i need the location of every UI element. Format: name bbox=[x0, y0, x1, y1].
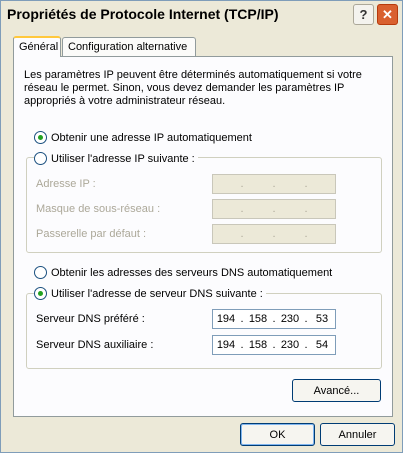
dns-groupbox bbox=[26, 293, 382, 369]
default-gateway-field: . . . bbox=[212, 224, 336, 244]
title-bar[interactable]: Propriétés de Protocole Internet (TCP/IP… bbox=[1, 1, 402, 29]
close-button[interactable]: ✕ bbox=[377, 4, 398, 25]
radio-dns-auto-label: Obtenir les adresses des serveurs DNS au… bbox=[51, 266, 333, 279]
alternate-dns-field[interactable]: 194. 158. 230. 54 bbox=[212, 335, 336, 355]
help-icon: ? bbox=[359, 7, 368, 22]
preferred-dns-label: Serveur DNS préféré : bbox=[36, 313, 145, 325]
subnet-mask-label: Masque de sous-réseau : bbox=[36, 203, 161, 215]
subnet-mask-field: . . . bbox=[212, 199, 336, 219]
window-title: Propriétés de Protocole Internet (TCP/IP… bbox=[7, 6, 279, 22]
radio-dns-manual-label: Utiliser l'adresse de serveur DNS suivan… bbox=[51, 287, 263, 300]
radio-ip-manual-label: Utiliser l'adresse IP suivante : bbox=[51, 152, 195, 165]
cancel-button[interactable]: Annuler bbox=[320, 423, 395, 446]
ip-address-label: Adresse IP : bbox=[36, 178, 96, 190]
intro-text: Les paramètres IP peuvent être déterminé… bbox=[24, 69, 362, 107]
radio-dns-auto[interactable]: Obtenir les adresses des serveurs DNS au… bbox=[34, 266, 336, 279]
tab-alternate-configuration[interactable]: Configuration alternative bbox=[62, 37, 196, 56]
radio-ip-auto[interactable]: Obtenir une adresse IP automatiquement bbox=[34, 131, 255, 144]
radio-unselected-icon bbox=[34, 152, 47, 165]
radio-unselected-icon bbox=[34, 266, 47, 279]
help-button[interactable]: ? bbox=[353, 4, 374, 25]
preferred-dns-field[interactable]: 194. 158. 230. 53 bbox=[212, 309, 336, 329]
ok-button[interactable]: OK bbox=[240, 423, 315, 446]
radio-dns-manual[interactable]: Utiliser l'adresse de serveur DNS suivan… bbox=[34, 287, 266, 300]
radio-ip-manual[interactable]: Utiliser l'adresse IP suivante : bbox=[34, 152, 198, 165]
radio-selected-icon bbox=[34, 131, 47, 144]
radio-selected-icon bbox=[34, 287, 47, 300]
alternate-dns-label: Serveur DNS auxiliaire : bbox=[36, 339, 154, 351]
radio-ip-auto-label: Obtenir une adresse IP automatiquement bbox=[51, 131, 252, 144]
ip-address-field: . . . bbox=[212, 174, 336, 194]
advanced-button[interactable]: Avancé... bbox=[292, 379, 381, 402]
default-gateway-label: Passerelle par défaut : bbox=[36, 228, 147, 240]
general-tab-panel: Les paramètres IP peuvent être déterminé… bbox=[13, 56, 393, 417]
tab-general[interactable]: Général bbox=[13, 36, 61, 57]
dialog-window: Propriétés de Protocole Internet (TCP/IP… bbox=[0, 0, 403, 453]
close-icon: ✕ bbox=[382, 6, 393, 22]
